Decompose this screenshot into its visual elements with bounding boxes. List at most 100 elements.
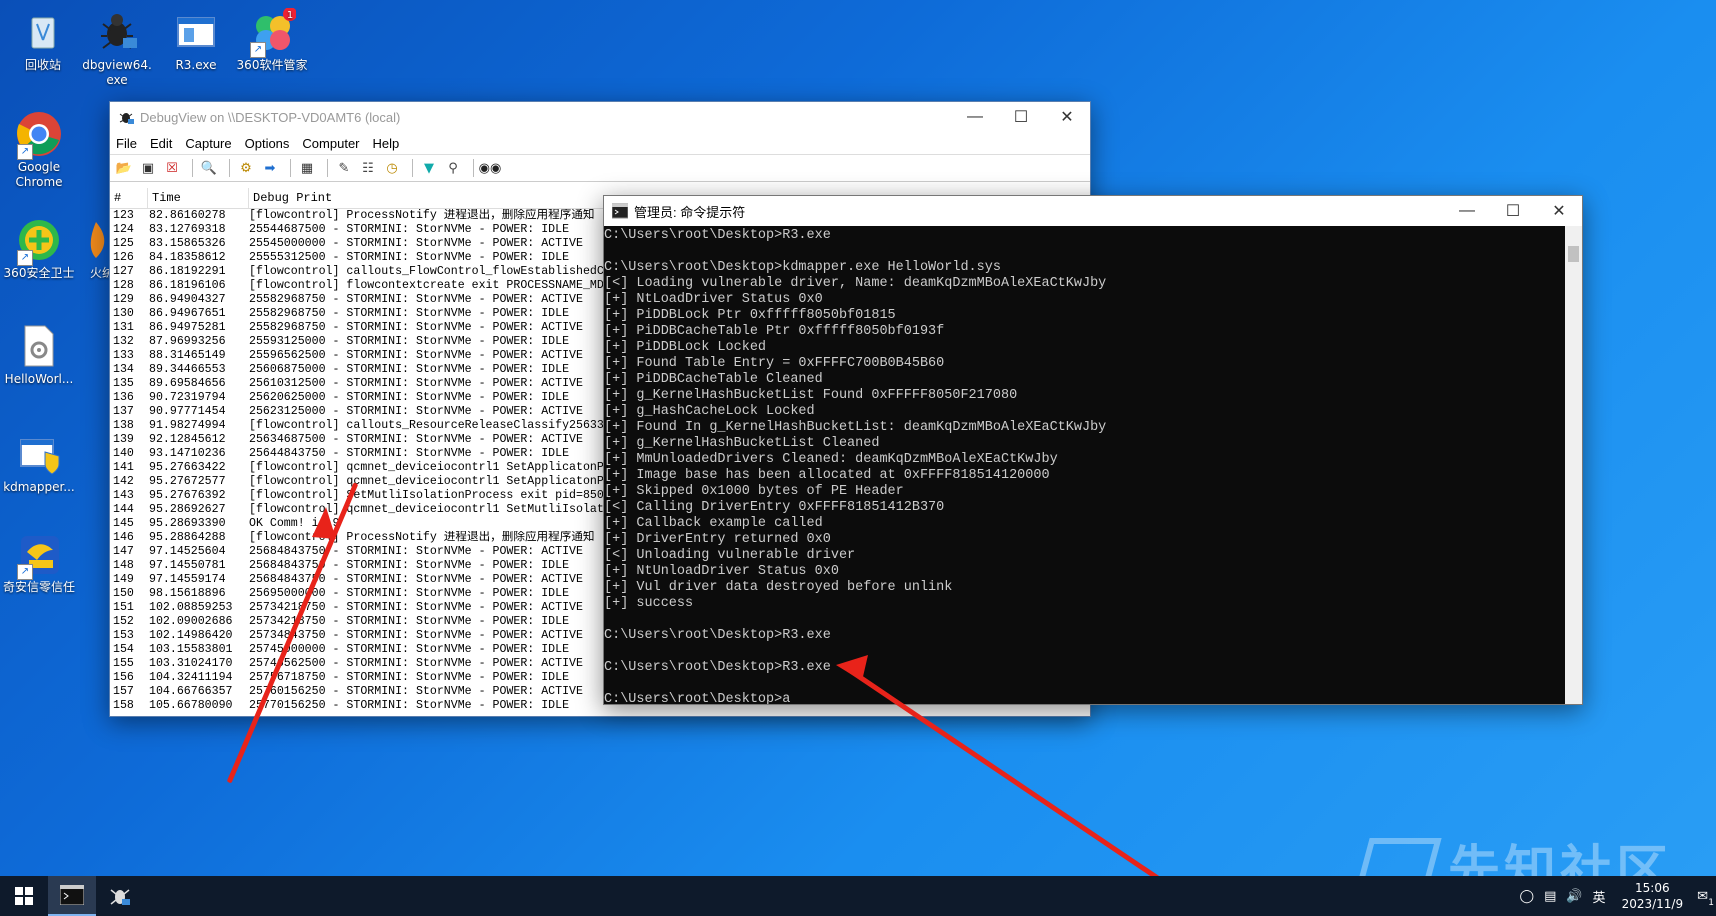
log-time: 87.96993256: [149, 335, 226, 348]
toolbar-separator: [412, 159, 413, 177]
highlight-icon[interactable]: ▼: [419, 159, 439, 177]
tray-app-icon[interactable]: ◯: [1520, 889, 1535, 904]
menu-file[interactable]: File: [116, 136, 137, 151]
log-time: 86.94967651: [149, 307, 226, 320]
capture-kernel-icon[interactable]: ▦: [297, 159, 317, 177]
log-index: 137: [113, 405, 134, 418]
annotation-arrowhead: [836, 655, 868, 681]
autoscroll-arrow-icon[interactable]: ➡: [260, 159, 280, 177]
console-line: [+] PiDDBCacheTable Ptr 0xfffff8050bf019…: [604, 324, 945, 339]
capture-gear-icon[interactable]: ⚙: [236, 159, 256, 177]
desktop-icon-chrome[interactable]: ↗ Google Chrome: [0, 110, 78, 190]
toolbar-separator: [229, 159, 230, 177]
column-index[interactable]: #: [110, 188, 148, 208]
log-time: 82.86160278: [149, 209, 226, 222]
desktop-icon-label: Google Chrome: [15, 160, 63, 189]
log-time: 95.27672577: [149, 475, 226, 488]
log-index: 151: [113, 601, 134, 614]
scrollbar-thumb[interactable]: [1568, 246, 1579, 262]
console-line: [+] NtUnloadDriver Status 0x0: [604, 564, 839, 579]
console-line: [+] Image base has been allocated at 0xF…: [604, 468, 1050, 483]
log-index: 126: [113, 251, 134, 264]
desktop-icon-huorong[interactable]: 火绒: [66, 216, 114, 281]
volume-icon[interactable]: 🔊: [1566, 889, 1582, 904]
minimize-button[interactable]: —: [952, 102, 998, 132]
desktop-icon-recycle-bin[interactable]: 回收站: [4, 8, 82, 73]
console-line: [+] Skipped 0x1000 bytes of PE Header: [604, 484, 904, 499]
binoculars-icon[interactable]: ◉◉: [479, 159, 502, 177]
log-time: 84.18358612: [149, 251, 226, 264]
options-icon[interactable]: ☷: [358, 159, 378, 177]
clock-date: 2023/11/9: [1621, 897, 1684, 911]
network-icon[interactable]: ▤: [1544, 889, 1556, 904]
log-index: 124: [113, 223, 134, 236]
open-folder-icon[interactable]: 📂: [114, 159, 134, 177]
chrome-icon: ↗: [15, 110, 63, 160]
notification-icon[interactable]: ✉ 1: [1697, 889, 1714, 908]
desktop-icon-label: dbgview64.exe: [82, 58, 152, 87]
menu-edit[interactable]: Edit: [150, 136, 172, 151]
column-time[interactable]: Time: [148, 188, 249, 208]
flower-app-icon: 1 ↗: [248, 7, 297, 58]
log-time: 97.14550781: [149, 559, 226, 572]
desktop-icon-label: R3.exe: [175, 58, 217, 72]
start-button[interactable]: [0, 876, 48, 916]
console-line: [+] Found Table Entry = 0xFFFFC700B0B45B…: [604, 356, 945, 371]
desktop-icon-dbgview[interactable]: dbgview64.exe: [78, 8, 156, 88]
desktop-icon-kdmapper[interactable]: kdmapper...: [0, 430, 78, 495]
desktop-icon-helloworld[interactable]: HelloWorl...: [0, 322, 78, 387]
debugview-titlebar[interactable]: DebugView on \\DESKTOP-VD0AMT6 (local) —…: [110, 102, 1090, 132]
log-time: 95.28693390: [149, 517, 226, 530]
menu-help[interactable]: Help: [373, 136, 400, 151]
taskbar-dbgview[interactable]: [96, 876, 144, 916]
desktop-icon-qianxin[interactable]: ↗ 奇安信零信任: [0, 530, 78, 595]
log-index: 136: [113, 391, 134, 404]
menu-computer[interactable]: Computer: [302, 136, 359, 151]
save-icon[interactable]: ▣: [138, 159, 158, 177]
console-line: [+] MmUnloadedDrivers Cleaned: deamKqDzm…: [604, 452, 1058, 467]
console-output[interactable]: C:\Users\root\Desktop>R3.exe C:\Users\roo…: [604, 226, 1565, 704]
cmd-prompt-icon: [60, 885, 84, 905]
clock-icon[interactable]: ◷: [382, 159, 402, 177]
window-title: DebugView on \\DESKTOP-VD0AMT6 (local): [140, 109, 401, 125]
minimize-button[interactable]: —: [1444, 196, 1490, 226]
toolbar-separator: [327, 159, 328, 177]
pin-icon[interactable]: ⚲: [443, 159, 463, 177]
menu-options[interactable]: Options: [245, 136, 290, 151]
log-index: 140: [113, 447, 134, 460]
log-time: 97.14525604: [149, 545, 226, 558]
menu-capture[interactable]: Capture: [185, 136, 231, 151]
cmd-titlebar[interactable]: 管理员: 命令提示符 — ☐ ✕: [604, 196, 1582, 226]
cmd-window[interactable]: 管理员: 命令提示符 — ☐ ✕ C:\Users\root\Desktop>R…: [603, 195, 1583, 705]
annotation-arrowhead: [312, 507, 336, 539]
log-time: 92.12845612: [149, 433, 226, 446]
maximize-button[interactable]: ☐: [1490, 196, 1536, 226]
log-time: 95.27676392: [149, 489, 226, 502]
close-button[interactable]: ✕: [1044, 102, 1090, 132]
clear-log-icon[interactable]: ☒: [162, 159, 182, 177]
log-time: 104.32411194: [149, 671, 233, 684]
vertical-scrollbar[interactable]: [1565, 226, 1582, 704]
log-index: 141: [113, 461, 134, 474]
log-time: 103.31024170: [149, 657, 233, 670]
menubar: File Edit Capture Options Computer Help: [110, 132, 1090, 154]
console-line: [+] g_HashCacheLock Locked: [604, 404, 815, 419]
filter-icon[interactable]: ✎: [334, 159, 354, 177]
toolbar-separator: [473, 159, 474, 177]
close-button[interactable]: ✕: [1536, 196, 1582, 226]
taskbar-cmd[interactable]: [48, 876, 96, 916]
clock[interactable]: 15:06 2023/11/9: [1622, 880, 1684, 912]
desktop-icon-360-software[interactable]: 1 ↗ 360软件管家: [233, 7, 311, 73]
ime-indicator[interactable]: 英: [1593, 887, 1606, 906]
clock-time: 15:06: [1635, 881, 1670, 895]
log-time: 83.15865326: [149, 237, 226, 250]
log-time: 103.15583801: [149, 643, 233, 656]
log-index: 129: [113, 293, 134, 306]
log-index: 145: [113, 517, 134, 530]
find-icon[interactable]: 🔍: [199, 159, 219, 177]
desktop-icon-r3[interactable]: R3.exe: [157, 8, 235, 73]
desktop-icon-label: 360软件管家: [236, 58, 308, 72]
maximize-button[interactable]: ☐: [998, 102, 1044, 132]
